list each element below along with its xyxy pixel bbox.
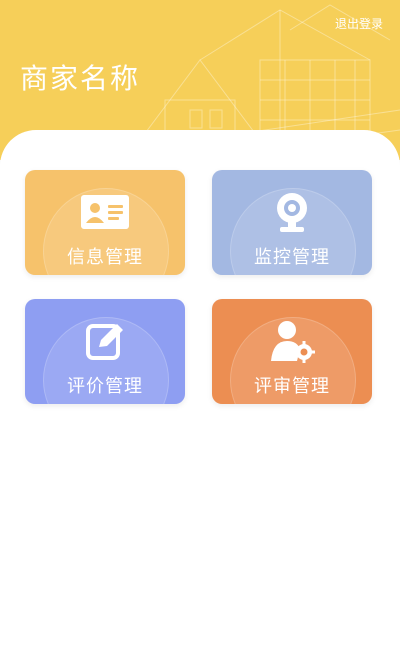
user-settings-icon	[267, 319, 317, 363]
edit-icon	[80, 319, 130, 363]
tile-monitor-management[interactable]: 监控管理	[212, 170, 372, 275]
tile-label: 信息管理	[67, 247, 143, 268]
webcam-icon	[267, 190, 317, 234]
logout-link[interactable]: 退出登录	[335, 15, 383, 32]
tile-info-management[interactable]: 信息管理	[25, 170, 185, 275]
id-card-icon	[80, 190, 130, 234]
merchant-name-title: 商家名称	[20, 62, 141, 95]
tile-label: 评价管理	[67, 376, 143, 397]
tile-review-management[interactable]: 评价管理	[25, 299, 185, 404]
tile-audit-management[interactable]: 评审管理	[212, 299, 372, 404]
tile-label: 评审管理	[254, 376, 330, 397]
tile-label: 监控管理	[254, 247, 330, 268]
